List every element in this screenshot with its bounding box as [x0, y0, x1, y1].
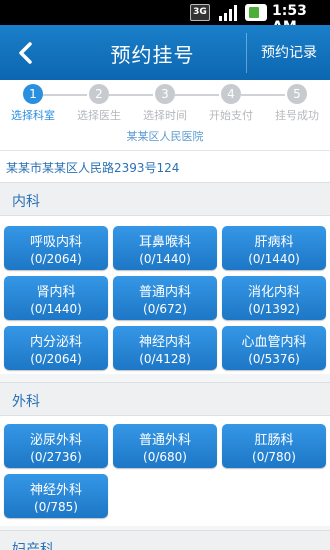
page-title: 预约挂号 — [110, 43, 195, 67]
department-name: 神经内科 — [138, 335, 191, 350]
status-bar: 3G 1:53 AM — [0, 0, 330, 35]
section-header-obstetrics: 妇产科 — [0, 530, 330, 550]
step-number: 3 — [155, 84, 175, 104]
appointment-records-button[interactable]: 预约记录 — [248, 42, 330, 62]
department-count: (0/5376) — [248, 352, 300, 366]
department-button[interactable]: 耳鼻喉科 (0/1440) — [113, 226, 217, 270]
department-name: 耳鼻喉科 — [138, 235, 191, 250]
step-label: 选择时间 — [143, 109, 187, 122]
section-title: 外科 — [12, 394, 40, 410]
step-4: 4 开始支付 — [198, 84, 264, 123]
department-button[interactable]: 普通内科 (0/672) — [113, 276, 217, 320]
department-count: (0/2736) — [30, 450, 82, 464]
step-number: 5 — [287, 84, 307, 104]
battery-icon — [245, 4, 267, 21]
hospital-address: 某某市某某区人民路2393号124 — [6, 161, 180, 175]
department-count: (0/1440) — [248, 252, 300, 266]
department-count: (0/780) — [252, 450, 296, 464]
chevron-left-icon — [19, 42, 32, 64]
department-button[interactable]: 普通外科 (0/680) — [113, 424, 217, 468]
step-number: 1 — [23, 84, 43, 104]
department-name: 普通外科 — [138, 433, 191, 448]
department-button[interactable]: 内分泌科 (0/2064) — [4, 326, 108, 370]
department-count: (0/4128) — [139, 352, 191, 366]
nav-divider — [246, 33, 247, 73]
department-name: 呼吸内科 — [29, 235, 82, 250]
department-button[interactable]: 肝病科 (0/1440) — [222, 226, 326, 270]
step-label: 选择科室 — [11, 109, 55, 122]
step-3: 3 选择时间 — [132, 84, 198, 123]
department-count: (0/1440) — [139, 252, 191, 266]
department-name: 肾内科 — [36, 285, 76, 300]
department-count: (0/785) — [34, 500, 78, 514]
department-name: 普通内科 — [138, 285, 191, 300]
3g-icon: 3G — [190, 4, 210, 21]
department-button[interactable]: 消化内科 (0/1392) — [222, 276, 326, 320]
department-button[interactable]: 神经内科 (0/4128) — [113, 326, 217, 370]
section-title: 妇产科 — [12, 542, 54, 550]
step-number: 4 — [221, 84, 241, 104]
department-button[interactable]: 神经外科 (0/785) — [4, 474, 108, 518]
department-button[interactable]: 泌尿外科 (0/2736) — [4, 424, 108, 468]
department-name: 泌尿外科 — [29, 433, 82, 448]
step-5: 5 挂号成功 — [264, 84, 330, 123]
department-name: 消化内科 — [247, 285, 300, 300]
department-button[interactable]: 肛肠科 (0/780) — [222, 424, 326, 468]
step-label: 开始支付 — [209, 109, 253, 122]
department-count: (0/2064) — [30, 252, 82, 266]
step-number: 2 — [89, 84, 109, 104]
nav-bar: 预约挂号 预约记录 — [0, 25, 330, 80]
department-count: (0/1440) — [30, 302, 82, 316]
department-count: (0/680) — [143, 450, 187, 464]
department-grid: 泌尿外科 (0/2736) 普通外科 (0/680) 肛肠科 (0/780) 神… — [0, 416, 330, 526]
department-name: 肛肠科 — [254, 433, 294, 448]
step-label: 选择医生 — [77, 109, 121, 122]
address-row: 某某市某某区人民路2393号124 — [0, 150, 330, 182]
department-button[interactable]: 呼吸内科 (0/2064) — [4, 226, 108, 270]
department-count: (0/672) — [143, 302, 187, 316]
department-button[interactable]: 心血管内科 (0/5376) — [222, 326, 326, 370]
department-name: 肝病科 — [254, 235, 294, 250]
department-grid: 呼吸内科 (0/2064) 耳鼻喉科 (0/1440) 肝病科 (0/1440)… — [0, 216, 330, 374]
department-name: 心血管内科 — [241, 335, 307, 350]
department-count: (0/2064) — [30, 352, 82, 366]
back-button[interactable] — [10, 37, 44, 69]
step-2: 2 选择医生 — [66, 84, 132, 123]
department-count: (0/1392) — [248, 302, 300, 316]
section-title: 内科 — [12, 194, 40, 210]
department-name: 内分泌科 — [29, 335, 82, 350]
department-name: 神经外科 — [29, 483, 82, 498]
step-indicator: 1 选择科室 2 选择医生 3 选择时间 4 开始支付 5 挂号成功 — [0, 80, 330, 128]
step-1: 1 选择科室 — [0, 84, 66, 123]
hospital-name: 某某区人民医院 — [0, 128, 330, 150]
department-button[interactable]: 肾内科 (0/1440) — [4, 276, 108, 320]
signal-icon — [219, 5, 237, 21]
step-label: 挂号成功 — [275, 109, 319, 122]
section-header-surgery: 外科 — [0, 382, 330, 416]
section-header-internal-medicine: 内科 — [0, 182, 330, 216]
